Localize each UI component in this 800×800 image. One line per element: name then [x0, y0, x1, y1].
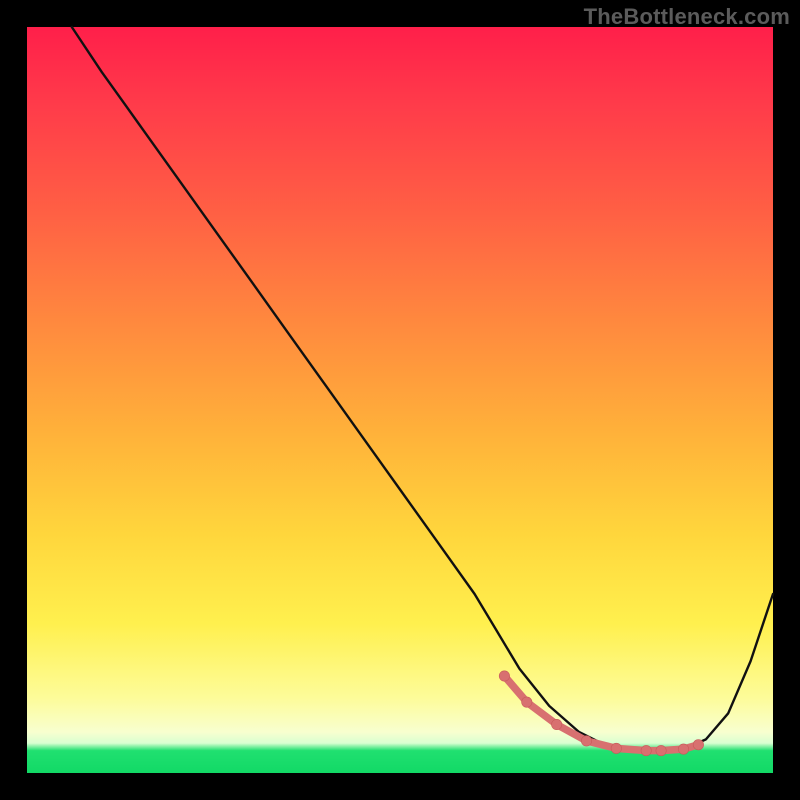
bottleneck-curve [72, 27, 773, 751]
marker-dot [611, 743, 621, 753]
marker-dot [499, 671, 509, 681]
marker-dot [641, 745, 651, 755]
marker-dot [656, 745, 666, 755]
chart-frame: TheBottleneck.com [0, 0, 800, 800]
marker-dot [693, 740, 703, 750]
watermark-text: TheBottleneck.com [584, 4, 790, 30]
curve-svg [27, 27, 773, 773]
marker-dot [678, 744, 688, 754]
marker-dot [581, 736, 591, 746]
marker-segment [527, 702, 557, 724]
plot-area [27, 27, 773, 773]
marker-dot [552, 719, 562, 729]
marker-dot [522, 697, 532, 707]
